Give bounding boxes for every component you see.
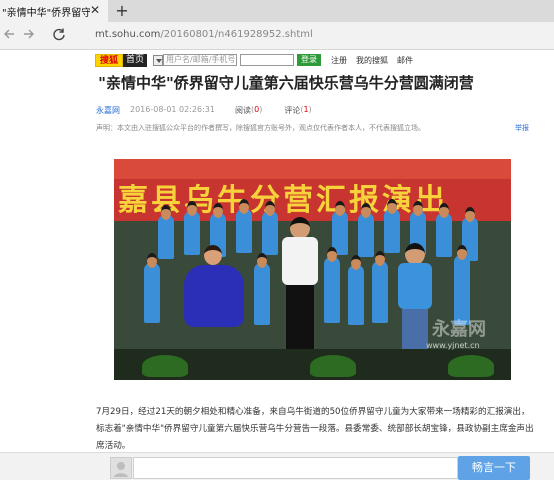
plant-decoration: [448, 355, 494, 377]
article-paragraph: 7月29日，经过21天的朝夕相处和精心准备，来自乌牛街道的50位侨界留守儿童为大…: [96, 407, 534, 451]
child-figure: [348, 255, 364, 325]
my-sohu-link[interactable]: 我的搜狐: [356, 55, 388, 66]
plant-decoration: [310, 355, 356, 377]
performer-boy: [278, 217, 322, 367]
comment-input[interactable]: [133, 457, 458, 479]
sohu-toolbar: 搜狐 首页 用户名/邮箱/手机号 登录 注册 我的搜狐 邮件: [95, 52, 413, 68]
avatar: [110, 457, 132, 479]
new-tab-icon[interactable]: +: [114, 1, 130, 20]
sohu-logo[interactable]: 搜狐: [95, 53, 124, 67]
article-meta: 永嘉网 2016-08-01 02:26:31 阅读(0) 评论(1): [96, 105, 312, 116]
photo-watermark: 永嘉网: [432, 319, 486, 340]
submit-comment-button[interactable]: 畅言一下: [458, 456, 530, 480]
tab-strip: "亲情中华"侨界留守儿童 ✕ +: [0, 0, 554, 22]
article-photo: 嘉县乌牛分营汇报演出 永嘉网 www.yjnet.cn: [114, 159, 511, 380]
report-link[interactable]: 举报: [515, 123, 529, 133]
article-source[interactable]: 永嘉网: [96, 105, 120, 116]
article-date: 2016-08-01 02:26:31: [130, 105, 215, 114]
performer-girl: [180, 245, 248, 343]
disclaimer: 声明：本文由入驻搜狐公众平台的作者撰写，除搜狐官方账号外，观点仅代表作者本人，不…: [96, 124, 425, 132]
register-link[interactable]: 注册: [331, 55, 347, 66]
password-field[interactable]: [240, 54, 295, 66]
username-field[interactable]: 用户名/邮箱/手机号: [163, 54, 238, 66]
child-figure: [358, 203, 374, 257]
forward-icon[interactable]: [20, 26, 38, 45]
comment-label[interactable]: 评论: [284, 105, 300, 116]
child-figure: [372, 251, 388, 323]
url-host: mt.sohu.com: [95, 29, 161, 40]
child-figure: [324, 247, 340, 323]
back-icon[interactable]: [0, 26, 18, 45]
browser-navbar: mt.sohu.com/20160801/n461928952.shtml: [0, 22, 554, 50]
login-button[interactable]: 登录: [297, 54, 322, 66]
photo-watermark-url: www.yjnet.cn: [426, 341, 480, 350]
top-links: 注册 我的搜狐 邮件: [331, 55, 413, 66]
tab-title: "亲情中华"侨界留守儿童: [2, 7, 90, 19]
home-link[interactable]: 首页: [123, 53, 148, 67]
address-bar[interactable]: mt.sohu.com/20160801/n461928952.shtml: [95, 29, 313, 40]
photo-banner: 嘉县乌牛分营汇报演出: [114, 159, 511, 221]
child-figure: [254, 253, 270, 325]
article-title: "亲情中华"侨界留守儿童第六届快乐营乌牛分营圆满闭营: [98, 74, 474, 92]
mail-link[interactable]: 邮件: [397, 55, 413, 66]
child-figure: [262, 201, 278, 255]
read-label: 阅读: [234, 106, 251, 115]
url-path: /20160801/n461928952.shtml: [160, 29, 313, 40]
child-figure: [144, 253, 160, 323]
refresh-icon[interactable]: [50, 26, 68, 45]
plant-decoration: [142, 355, 188, 377]
child-figure: [158, 205, 174, 259]
child-figure: [436, 203, 452, 257]
close-icon[interactable]: ✕: [88, 3, 102, 17]
comment-paren-close: ): [308, 105, 312, 114]
comment-bar: 畅言一下: [0, 452, 554, 480]
browser-tab[interactable]: "亲情中华"侨界留守儿童 ✕: [0, 0, 108, 22]
chevron-down-icon[interactable]: [153, 54, 164, 66]
